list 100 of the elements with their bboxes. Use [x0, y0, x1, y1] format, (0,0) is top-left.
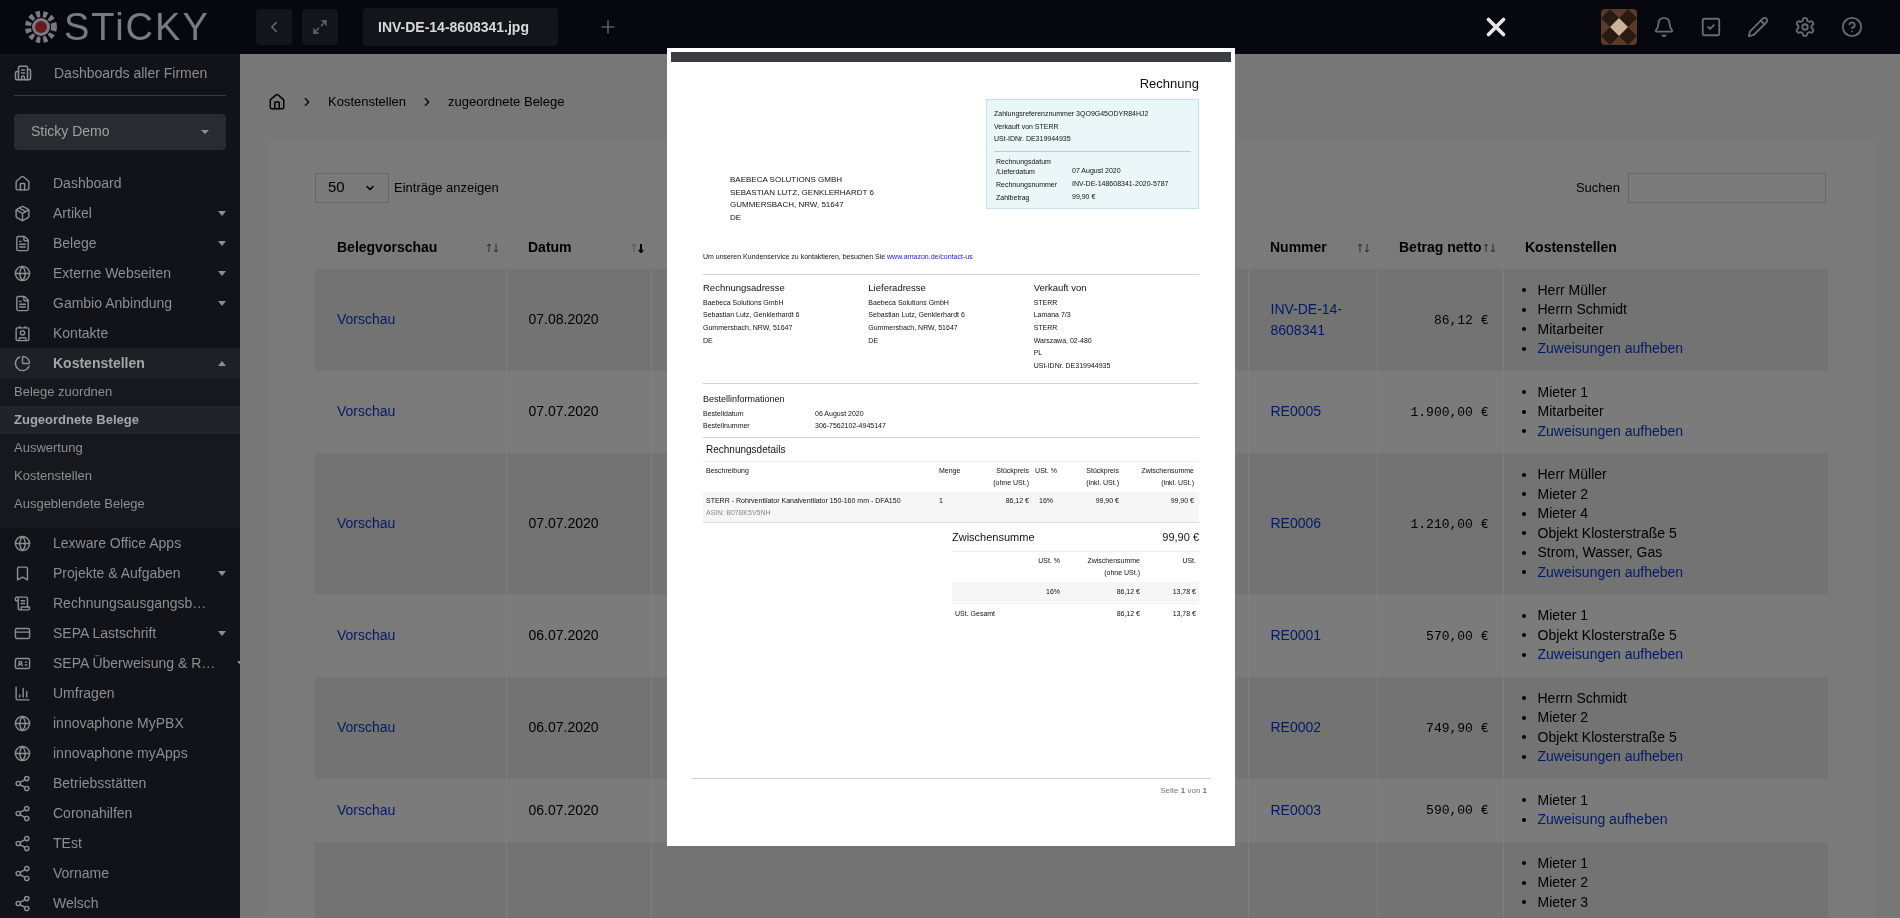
bullet-icon — [1521, 307, 1526, 312]
table-cell: 570,00 € — [1426, 628, 1489, 644]
preview-link[interactable]: Vorschau — [337, 626, 396, 643]
sidebar-item[interactable]: Gambio Anbindung — [0, 288, 240, 318]
section-heading: Bestellinformationen — [703, 392, 786, 406]
sidebar-item[interactable]: Vorname — [0, 858, 240, 888]
preview-link[interactable]: Vorschau — [337, 403, 396, 420]
column-header[interactable]: Belegvorschau — [315, 226, 506, 269]
sidebar-item[interactable]: innovaphone myApps — [0, 738, 240, 768]
caret-icon — [201, 129, 209, 134]
sidebar-item[interactable]: Externe Webseiten — [0, 258, 240, 288]
cost-center-text: Mieter 4 — [1537, 504, 1589, 523]
sidebar-item[interactable]: Artikel — [0, 198, 240, 228]
house-icon[interactable] — [268, 92, 286, 111]
breadcrumb-link[interactable]: Kostenstellen — [328, 92, 407, 112]
bullet-icon — [1521, 409, 1526, 414]
bullet-icon — [1521, 511, 1526, 516]
file-tab[interactable]: INV-DE-14-8608341.jpg — [363, 8, 558, 46]
sidebar-item[interactable]: Umfragen — [0, 678, 240, 708]
breadcrumb-current: zugeordnete Belege — [448, 93, 565, 111]
bullet-icon — [1521, 817, 1526, 822]
sidebar-item[interactable]: Coronahilfen — [0, 798, 240, 828]
checkbox-icon[interactable] — [1700, 16, 1722, 38]
invoice-number-link[interactable]: RE0001 — [1270, 624, 1355, 646]
table-cell: 07.08.2020 — [528, 311, 599, 327]
invoice-number-link[interactable]: RE0005 — [1270, 401, 1355, 423]
share-icon — [14, 864, 31, 882]
column-header[interactable]: Nummer — [1248, 226, 1377, 269]
sidebar-item[interactable]: Lexware Office Apps — [0, 528, 240, 558]
invoice-number-link[interactable]: RE0006 — [1270, 513, 1355, 534]
invoice-number-link[interactable]: RE0002 — [1270, 717, 1355, 738]
submenu-item[interactable]: Kostenstellen — [0, 462, 240, 490]
bullet-icon — [1521, 613, 1526, 618]
bullet-icon — [1521, 327, 1526, 332]
person-icon — [14, 324, 31, 342]
expand-button[interactable] — [302, 9, 338, 45]
bullet-icon — [1521, 390, 1526, 395]
address-heading: Verkauft von — [1033, 280, 1088, 295]
sidebar-item[interactable]: Kontakte — [0, 318, 240, 348]
sidebar-item[interactable]: innovaphone MyPBX — [0, 708, 240, 738]
remove-assignment-link[interactable]: Zuweisungen aufheben — [1537, 562, 1684, 582]
sidebar-item[interactable]: Welsch — [0, 888, 240, 918]
pattern-avatar[interactable] — [1601, 9, 1637, 45]
cost-center-text: Herr Müller — [1537, 280, 1607, 300]
recipient-line: BAEBECA SOLUTIONS GMBH — [730, 174, 844, 186]
bell-icon[interactable] — [1653, 16, 1675, 38]
remove-assignment-link[interactable]: Zuweisungen aufheben — [1537, 339, 1684, 359]
bullet-icon — [1521, 288, 1526, 293]
preview-link[interactable]: Vorschau — [337, 515, 396, 531]
invoice-number-link[interactable]: RE0003 — [1270, 799, 1355, 821]
globe-icon — [14, 744, 31, 762]
remove-assignment-link[interactable]: Zuweisungen aufheben — [1537, 645, 1684, 665]
submenu-item[interactable]: Zugeordnete Belege — [0, 406, 240, 434]
page-size-select[interactable]: 50 — [315, 172, 389, 203]
bullet-icon — [1521, 570, 1526, 575]
submenu-item[interactable]: Ausgeblendete Belege — [0, 490, 240, 518]
sidebar-item[interactable]: Dashboard — [0, 168, 240, 198]
globe-icon — [14, 714, 31, 732]
sidebar-item[interactable]: SEPA Lastschrift — [0, 618, 240, 648]
bullet-icon — [1521, 550, 1526, 555]
sidebar-item[interactable]: Kostenstellen — [0, 348, 240, 378]
invoice-number-link[interactable]: INV-DE-14-8608341 — [1270, 298, 1355, 341]
submenu-item[interactable]: Auswertung — [0, 434, 240, 462]
sidebar-item[interactable]: Betriebsstätten — [0, 768, 240, 798]
settings-icon[interactable] — [1794, 16, 1816, 38]
column-header[interactable]: Datum — [506, 226, 651, 269]
list-icon — [14, 594, 31, 612]
table-cell: 1.900,00 € — [1410, 405, 1489, 420]
preview-link[interactable]: Vorschau — [337, 311, 396, 327]
table-cell: 06.07.2020 — [528, 719, 599, 735]
address-heading: Rechnungsadresse — [703, 280, 786, 295]
bullet-icon — [1521, 900, 1526, 905]
table-cell: 06.07.2020 — [528, 626, 599, 643]
cost-center-text: Mieter 1 — [1537, 790, 1589, 810]
preview-link[interactable]: Vorschau — [337, 801, 396, 818]
cost-center-text: Mieter 2 — [1537, 484, 1589, 504]
page-size-label: Einträge anzeigen — [394, 178, 499, 197]
remove-assignment-link[interactable]: Zuweisungen aufheben — [1537, 421, 1684, 441]
help-icon[interactable] — [1841, 16, 1863, 38]
column-header[interactable]: Betrag netto — [1377, 226, 1503, 269]
cost-center-text: Mieter 2 — [1537, 873, 1589, 892]
preview-link[interactable]: Vorschau — [337, 719, 396, 735]
bullet-icon — [1521, 715, 1526, 720]
sidebar-item[interactable]: SEPA Überweisung & R… — [0, 648, 240, 678]
sidebar-item[interactable]: Rechnungsausgangsb… — [0, 588, 240, 618]
bullet-icon — [1521, 861, 1526, 866]
cost-center-text: Mitarbeiter — [1537, 319, 1604, 339]
subtotal-label: Zwischensumme — [952, 529, 1035, 544]
sidebar-link[interactable]: Dashboards aller Firmen — [54, 62, 208, 84]
sidebar-item[interactable]: Belege — [0, 228, 240, 258]
cost-center-text: Mieter 2 — [1537, 708, 1589, 727]
pencil-icon[interactable] — [1747, 16, 1769, 38]
submenu-item[interactable]: Belege zuordnen — [0, 378, 240, 406]
sidebar-item[interactable]: Projekte & Aufgaben — [0, 558, 240, 588]
bullet-icon — [1521, 652, 1526, 657]
remove-assignment-link[interactable]: Zuweisung aufheben — [1537, 810, 1668, 830]
remove-assignment-link[interactable]: Zuweisungen aufheben — [1537, 747, 1684, 767]
sidebar-item[interactable]: TEst — [0, 828, 240, 858]
company-select[interactable]: Sticky Demo — [14, 113, 226, 150]
caret-icon — [218, 360, 226, 366]
